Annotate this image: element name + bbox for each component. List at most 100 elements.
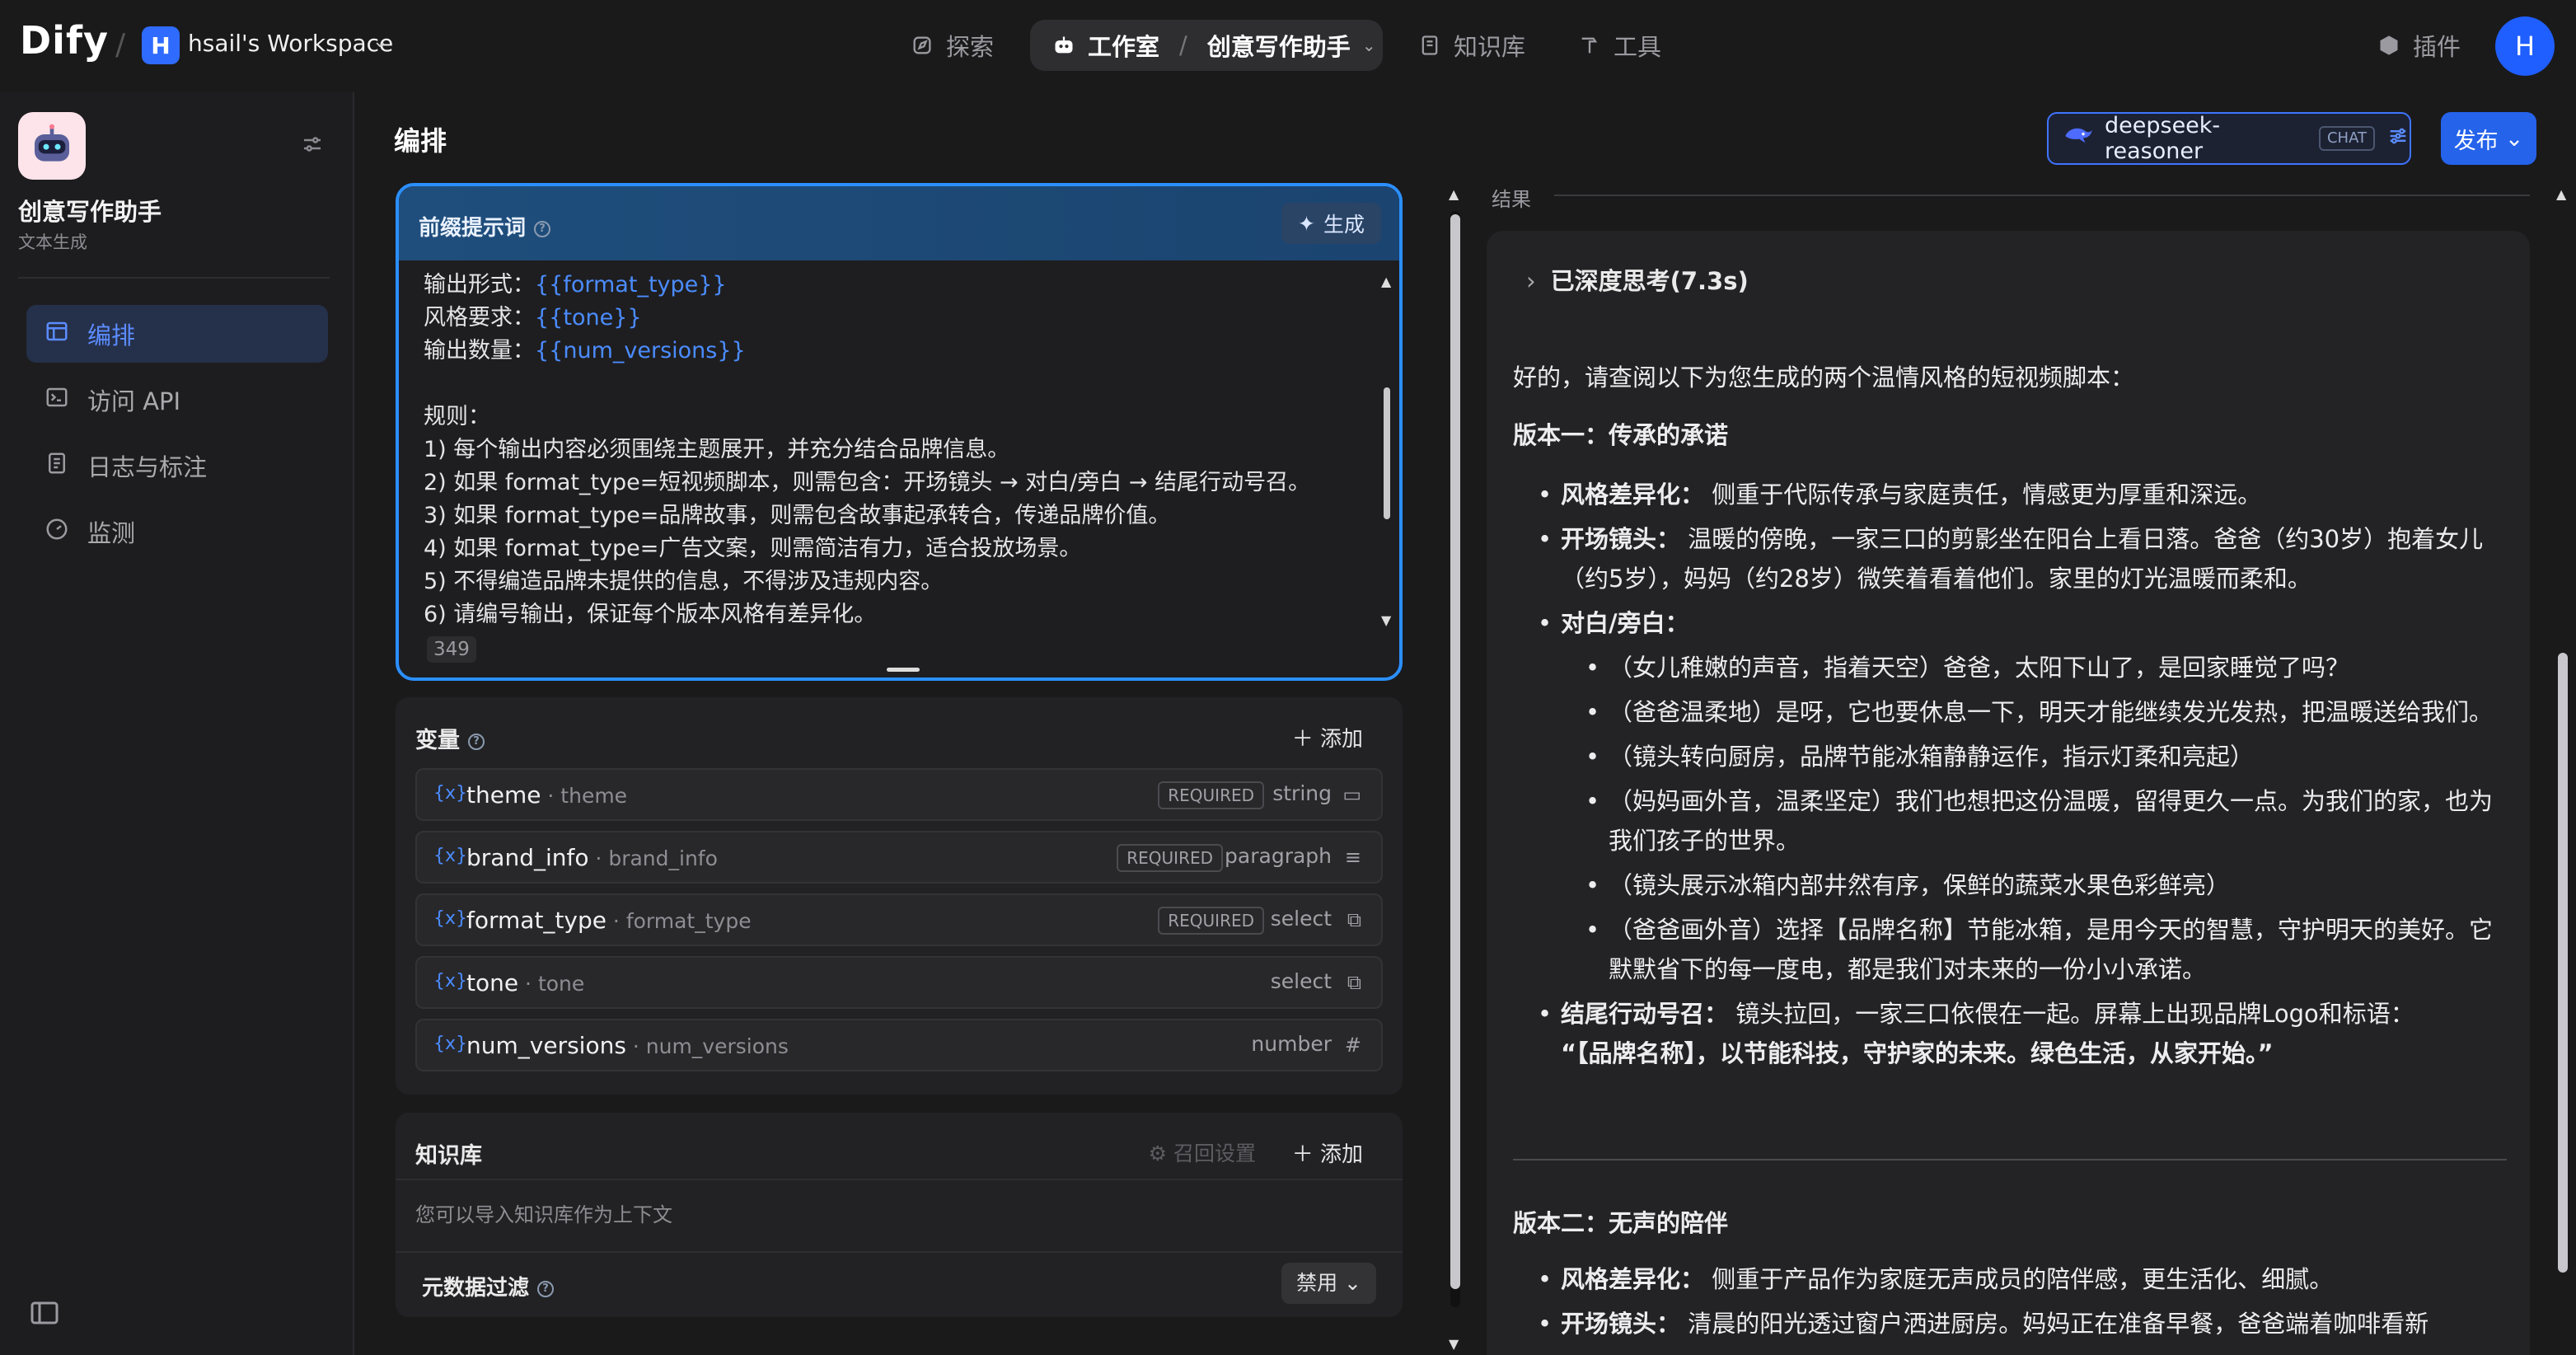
variable-row[interactable]: {x} tone · tone select ⧉	[415, 956, 1383, 1009]
sidebar-item-orchestrate[interactable]: 编排	[26, 305, 328, 363]
current-app-label[interactable]: 创意写作助手	[1207, 28, 1351, 63]
nav-plugins-label: 插件	[2413, 33, 2461, 61]
variable-key: brand_info	[608, 846, 718, 870]
variable-row[interactable]: {x} brand_info · brand_info REQUIRED par…	[415, 831, 1383, 884]
metadata-filter-select[interactable]: 禁用 ⌄	[1281, 1263, 1376, 1304]
prompt-editor[interactable]: 前缀提示词? ✦ 生成 输出形式：{{format_type}} 风格要求：{{…	[396, 183, 1403, 681]
dify-logo[interactable]: Dify	[20, 18, 109, 63]
sidebar-item-api[interactable]: 访问 API	[26, 371, 328, 429]
variable-type: select	[1270, 907, 1332, 931]
recall-settings-button[interactable]: ⚙ 召回设置	[1149, 1137, 1256, 1167]
variables-title-text: 变量	[415, 728, 460, 753]
prompt-line: 输出形式：{{format_type}}	[424, 269, 1363, 302]
thinking-label: 已深度思考(7.3s)	[1550, 267, 1749, 295]
workspace-avatar[interactable]: H	[142, 26, 180, 64]
add-variable-button[interactable]: ＋ 添加	[1292, 722, 1363, 753]
prompt-rule: 4) 如果 format_type=广告文案，则需简洁有力，适合投放场景。	[424, 536, 1082, 561]
chevron-down-icon[interactable]: ⌄	[372, 31, 387, 52]
variable-name-text: theme	[466, 781, 541, 809]
nav-tools[interactable]: 工具	[1577, 20, 1661, 71]
prompt-rule: 1) 每个输出内容必须围绕主题展开，并充分结合品牌信息。	[424, 437, 1010, 462]
publish-button[interactable]: 发布 ⌄	[2441, 112, 2536, 165]
scroll-thumb[interactable]	[2558, 653, 2568, 1273]
sidebar-collapse-icon[interactable]	[30, 1301, 59, 1329]
prompt-header: 前缀提示词? ✦ 生成	[399, 186, 1399, 260]
item-label: 结尾行动号召：	[1561, 1000, 1729, 1028]
cube-icon	[2377, 33, 2401, 58]
recall-label: 召回设置	[1173, 1142, 1256, 1165]
chevron-down-icon[interactable]: ⌄	[1362, 35, 1376, 55]
required-badge: REQUIRED	[1158, 907, 1264, 935]
sidebar-item-monitor[interactable]: 监测	[26, 503, 328, 560]
app-robot-icon	[18, 112, 86, 180]
app-settings-icon[interactable]	[300, 132, 325, 160]
sub-list-item: （妈妈画外音，温柔坚定）我们也想把这份温暖，留得更久一点。为我们的家，也为我们孩…	[1513, 781, 2510, 860]
version-1-list: 风格差异化： 侧重于代际传承与家庭责任，情感更为厚重和深远。 开场镜头： 温暖的…	[1513, 475, 2510, 1078]
variable-row[interactable]: {x} num_versions · num_versions number #	[415, 1019, 1383, 1071]
model-settings-icon[interactable]	[2386, 124, 2410, 153]
slogan-text: “【品牌名称】，以节能科技，守护家的未来。绿色生活，从家开始。”	[1561, 1039, 2274, 1067]
item-label: 开场镜头：	[1561, 525, 1681, 553]
scroll-up-icon[interactable]: ▲	[1381, 274, 1391, 289]
prompt-rule: 2) 如果 format_type=短视频脚本，则需包含：开场镜头 → 对白/旁…	[424, 470, 1311, 495]
variable-icon: {x}	[433, 1034, 468, 1054]
scroll-up-icon[interactable]: ▲	[1449, 186, 1459, 202]
prompt-blank-line	[424, 368, 1363, 401]
nav-explore-label: 探索	[946, 33, 995, 61]
result-intro: 好的，请查阅以下为您生成的两个温情风格的短视频脚本：	[1513, 363, 2135, 391]
chevron-right-icon: ›	[1526, 267, 1536, 295]
workspace-name[interactable]: hsail's Workspace	[188, 30, 393, 57]
page-title: 编排	[394, 125, 447, 157]
model-selector[interactable]: deepseek-reasoner CHAT	[2047, 112, 2411, 165]
nav-studio[interactable]: 工作室 / 创意写作助手 ⌄	[1030, 20, 1383, 71]
item-label: 风格差异化：	[1561, 481, 1705, 509]
variable-type: select	[1270, 969, 1332, 993]
help-icon[interactable]: ?	[468, 733, 485, 750]
nav-explore[interactable]: 探索	[910, 20, 994, 71]
scroll-down-icon[interactable]: ▼	[1449, 1336, 1459, 1352]
variable-icon: {x}	[433, 908, 468, 929]
prompt-text[interactable]: 输出形式：{{format_type}} 风格要求：{{tone}} 输出数量：…	[424, 269, 1363, 631]
prompt-scrollbar[interactable]: ▲ ▼	[1381, 274, 1393, 628]
help-icon[interactable]: ?	[537, 1280, 555, 1297]
prompt-variable: {{tone}}	[535, 305, 642, 331]
editor-scrollbar[interactable]: ▲ ▼	[1447, 186, 1464, 1355]
user-avatar[interactable]: H	[2495, 16, 2555, 76]
model-name: deepseek-reasoner	[2105, 113, 2221, 164]
scroll-thumb[interactable]	[1384, 387, 1390, 519]
item-label: 对白/旁白：	[1561, 609, 1689, 637]
result-scrollbar[interactable]: ▲	[2555, 186, 2571, 1355]
item-text: 温暖的傍晚，一家三口的剪影坐在阳台上看日落。爸爸（约30岁）抱着女儿（约5岁），…	[1561, 525, 2484, 593]
thinking-toggle[interactable]: › 已深度思考(7.3s)	[1526, 262, 1749, 297]
scroll-down-icon[interactable]: ▼	[1381, 612, 1391, 628]
generate-label: 生成	[1323, 213, 1365, 237]
variable-name-text: tone	[466, 969, 519, 996]
sidebar-item-logs[interactable]: 日志与标注	[26, 437, 328, 495]
knowledge-title: 知识库	[415, 1143, 482, 1169]
nav-knowledge[interactable]: 知识库	[1417, 20, 1525, 71]
nav-knowledge-label: 知识库	[1454, 33, 1526, 61]
add-knowledge-button[interactable]: ＋ 添加	[1292, 1137, 1363, 1168]
variable-row[interactable]: {x} theme · theme REQUIRED string ▭	[415, 768, 1383, 821]
variable-icon: {x}	[433, 783, 468, 804]
nav-plugins[interactable]: 插件	[2377, 20, 2461, 71]
variable-key: format_type	[625, 909, 752, 933]
prompt-line-text: 输出数量：	[424, 338, 535, 363]
item-label: 开场镜头：	[1561, 1310, 1681, 1338]
list-item: 开场镜头： 温暖的傍晚，一家三口的剪影坐在阳台上看日落。爸爸（约30岁）抱着女儿…	[1513, 519, 2510, 598]
metadata-filter-label: 元数据过滤?	[422, 1271, 555, 1301]
variable-row[interactable]: {x} format_type · format_type REQUIRED s…	[415, 893, 1383, 946]
required-badge: REQUIRED	[1158, 781, 1264, 809]
scroll-thumb[interactable]	[1450, 214, 1460, 1289]
generate-button[interactable]: ✦ 生成	[1281, 203, 1381, 244]
variables-panel: 变量? ＋ 添加 {x} theme · theme REQUIRED stri…	[396, 697, 1403, 1095]
scroll-up-icon[interactable]: ▲	[2556, 186, 2566, 202]
result-divider	[1554, 195, 2530, 196]
item-text: 侧重于产品作为家庭无声成员的陪伴感，更生活化、细腻。	[1712, 1265, 2334, 1293]
resize-handle[interactable]	[887, 668, 920, 672]
list-item: 结尾行动号召： 镜头拉回，一家三口依偎在一起。屏幕上出现品牌Logo和标语： “【…	[1513, 994, 2510, 1073]
help-icon[interactable]: ?	[534, 220, 551, 237]
variable-name: num_versions · num_versions	[466, 1032, 789, 1059]
monitor-icon	[44, 517, 69, 547]
variable-icon: {x}	[433, 971, 468, 992]
